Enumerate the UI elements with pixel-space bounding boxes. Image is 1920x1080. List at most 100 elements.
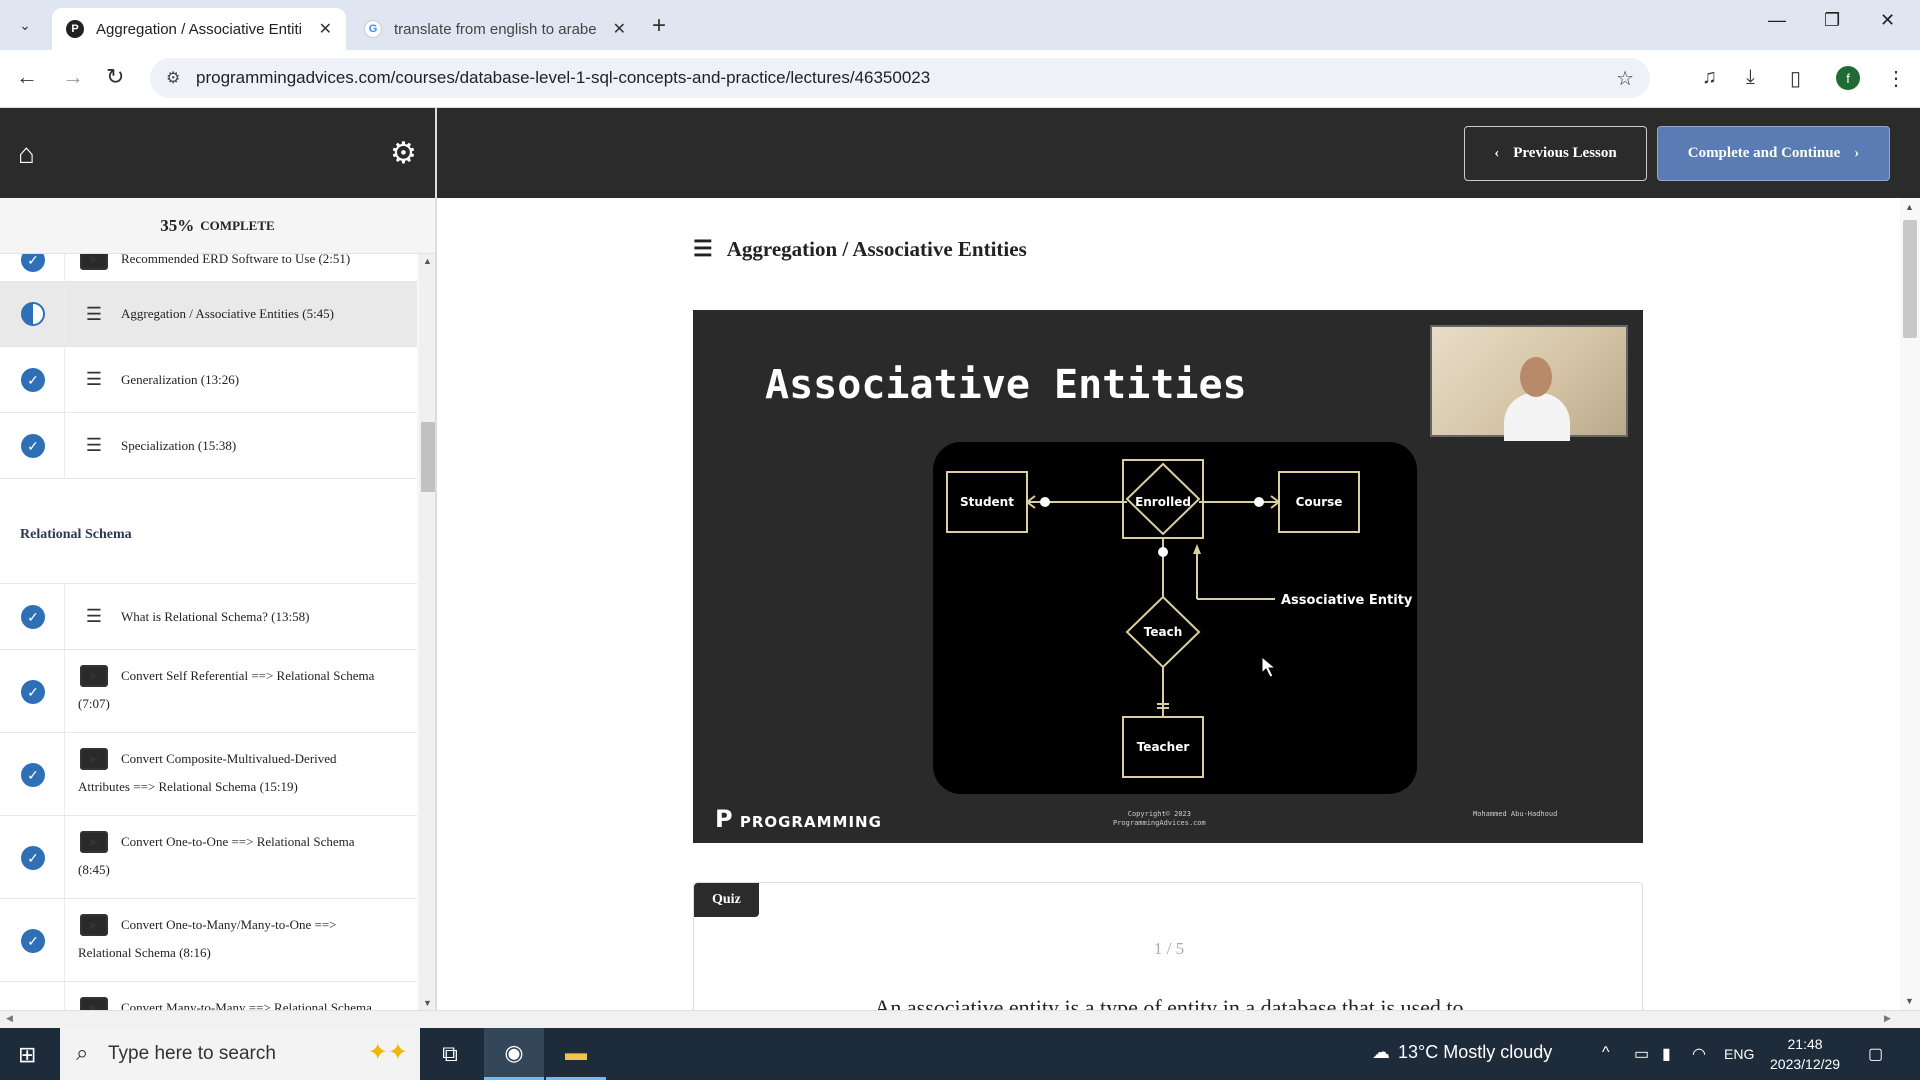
close-icon[interactable]: ✕ [613,19,626,39]
page-scrollbar[interactable]: ▲ ▼ [1900,198,1920,1010]
google-favicon-icon: G [364,20,382,38]
sparkle-icon: ✦✦ [367,1039,408,1066]
task-view-icon[interactable]: ⧉ [420,1028,480,1080]
previous-lesson-button[interactable]: ‹ Previous Lesson [1464,126,1647,181]
lesson-item[interactable]: ✓ ▶ Convert One-to-Many/Many-to-One ==> … [0,899,417,982]
lesson-label: Convert Self Referential ==> Relational … [121,668,375,683]
brand-text: PROGRAMMING [739,813,882,831]
download-icon[interactable]: ⤓ [1746,66,1755,89]
lesson-item[interactable]: ✓ ▶ Convert Composite-Multivalued-Derive… [0,733,417,816]
video-player[interactable]: Associative Entities Student Enrolled Co… [693,310,1643,843]
window-close-icon[interactable]: ✕ [1880,10,1895,31]
lesson-label: Convert Many-to-Many ==> Relational Sche… [121,1000,372,1010]
site-favicon-icon: P [66,20,84,38]
address-bar[interactable]: ⚙ programmingadvices.com/courses/databas… [150,58,1650,98]
lesson-item[interactable]: ✓ ☰ Generalization (13:26) [0,347,417,413]
lesson-label: Generalization (13:26) [121,372,240,387]
restore-icon[interactable]: ❐ [1824,10,1840,31]
sidebar-scrollbar[interactable]: ▲ ▼ [419,254,435,1010]
associative-entity-annotation: Associative Entity [1281,593,1413,608]
lesson-item[interactable]: ✓ ▶ Convert One-to-One ==> Relational Sc… [0,816,417,899]
video-icon: ▶ [80,914,108,936]
meet-icon[interactable]: ▭ [1634,1044,1649,1064]
lesson-sublabel: (8:45) [78,862,110,877]
course-sidebar: 35% COMPLETE ✓ ▶ Recommended ERD Softwar… [0,198,437,1010]
weather-widget[interactable]: ☁ 13°C Mostly cloudy [1372,1042,1552,1063]
course-label: Course [1296,495,1343,509]
side-panel-icon[interactable]: ▯ [1790,66,1801,91]
lesson-label: Specialization (15:38) [121,438,237,453]
instructor-webcam [1430,325,1628,441]
chrome-app-icon[interactable]: ◉ [484,1028,544,1080]
notifications-icon[interactable]: ▢ [1868,1044,1883,1064]
quiz-card: Quiz 1 / 5 An associative entity is a ty… [693,882,1643,1010]
lesson-item[interactable]: ✓ ☰ Specialization (15:38) [0,413,417,479]
author-watermark: Mohammed Abu-Hadhoud [1473,810,1558,818]
file-explorer-icon[interactable]: ▬ [546,1028,606,1080]
forward-icon[interactable]: → [62,64,84,90]
complete-continue-label: Complete and Continue [1687,145,1841,161]
check-icon: ✓ [21,680,45,704]
course-progress: 35% COMPLETE [0,198,435,254]
complete-and-continue-button[interactable]: Complete and Continue › [1657,126,1890,181]
profile-avatar[interactable]: f [1836,66,1860,90]
media-controls-icon[interactable]: ♫ [1702,66,1717,89]
windows-taskbar: ⊞ ⌕ Type here to search ✦✦ ⧉ ◉ ▬ ☁ 13°C … [0,1028,1920,1080]
weather-text: 13°C Mostly cloudy [1398,1042,1553,1062]
lesson-sublabel: Attributes ==> Relational Schema (15:19) [78,779,298,794]
lesson-item[interactable]: ✓ ▶ Convert Many-to-Many ==> Relational … [0,982,417,1010]
lesson-label: Aggregation / Associative Entities (5:45… [121,306,335,321]
lesson-label: Convert One-to-Many/Many-to-One ==> [121,917,337,932]
lesson-item[interactable]: ✓ ☰ What is Relational Schema? (13:58) [0,584,417,650]
site-info-icon[interactable]: ⚙ [166,68,180,88]
back-icon[interactable]: ← [16,64,38,90]
section-title: Relational Schema [0,479,417,584]
language-indicator[interactable]: ENG [1724,1046,1754,1062]
horizontal-scrollbar[interactable]: ◀ ▶ [0,1010,1920,1028]
lesson-sublabel: Relational Schema (8:16) [78,945,211,960]
quiz-list-icon: ☰ [85,368,103,389]
windows-start-icon[interactable]: ⊞ [18,1042,36,1068]
sidebar-scroll-thumb[interactable] [421,422,435,492]
check-icon: ✓ [21,368,45,392]
bookmark-star-icon[interactable]: ☆ [1616,66,1634,91]
wifi-icon[interactable]: ◠ [1692,1044,1706,1064]
lecture-title: Aggregation / Associative Entities [726,236,1027,261]
course-header: ⌂ ⚙ ‹ Previous Lesson Complete and Conti… [0,108,1920,198]
browser-tab-strip: ⌄ P Aggregation / Associative Entiti ✕ G… [0,0,1920,50]
quiz-list-icon: ☰ [85,434,103,455]
battery-icon[interactable]: ▮ [1662,1044,1671,1064]
tab-search-button[interactable]: ⌄ [10,10,40,40]
quiz-list-icon: ☰ [693,236,713,261]
new-tab-button[interactable]: + [652,12,666,40]
close-icon[interactable]: ✕ [319,19,332,39]
home-icon[interactable]: ⌂ [18,138,35,170]
tray-chevron-icon[interactable]: ^ [1602,1044,1610,1062]
page-scroll-thumb[interactable] [1903,220,1917,338]
tab-active[interactable]: P Aggregation / Associative Entiti ✕ [52,8,346,50]
video-icon: ▶ [80,254,108,270]
video-icon: ▶ [80,665,108,687]
check-icon: ✓ [21,434,45,458]
quiz-counter: 1 / 5 [1153,939,1185,958]
lesson-item[interactable]: ✓ ▶ Convert Self Referential ==> Relatio… [0,650,417,733]
tab-title: Aggregation / Associative Entiti [96,20,302,38]
check-icon: ✓ [21,254,45,272]
quiz-list-icon: ☰ [85,605,103,626]
brand-watermark: P PROGRAMMING [715,805,882,833]
settings-gear-icon[interactable]: ⚙ [390,136,417,171]
lesson-sublabel: (7:07) [78,696,110,711]
tab-inactive[interactable]: G translate from english to arabe ✕ [350,8,640,50]
minimize-icon[interactable]: — [1768,10,1786,31]
system-clock[interactable]: 21:48 2023/12/29 [1770,1034,1840,1074]
tab-title: translate from english to arabe [394,20,597,38]
clock-time: 21:48 [1787,1036,1823,1052]
lesson-item[interactable]: ✓ ▶ Recommended ERD Software to Use (2:5… [0,254,417,282]
taskbar-search[interactable]: ⌕ Type here to search ✦✦ [60,1028,420,1080]
lesson-item-current[interactable]: ☰ Aggregation / Associative Entities (5:… [0,282,417,347]
reload-icon[interactable]: ↻ [106,64,124,90]
lesson-label: What is Relational Schema? (13:58) [121,609,310,624]
menu-kebab-icon[interactable]: ⋮ [1886,66,1906,91]
clock-date: 2023/12/29 [1770,1056,1841,1072]
teach-label: Teach [1144,625,1182,639]
